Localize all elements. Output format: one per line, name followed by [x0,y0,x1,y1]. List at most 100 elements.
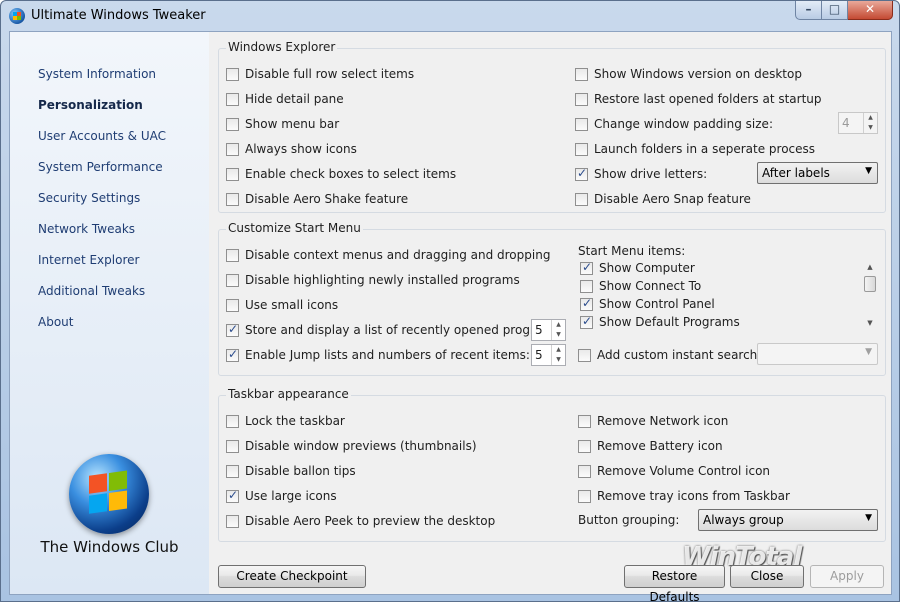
recent-programs-stepper[interactable]: 5 ▲ ▼ [531,319,566,341]
checkbox[interactable] [575,92,588,106]
checkbox[interactable] [226,192,239,206]
option-row[interactable]: Show menu bar [226,116,339,132]
list-item[interactable]: Show Computer [580,260,695,276]
checkbox[interactable] [580,296,593,311]
apply-button[interactable]: Apply [810,565,884,588]
checkbox[interactable] [575,142,588,156]
checkbox[interactable] [575,166,588,181]
checkbox[interactable] [575,117,588,131]
option-row[interactable]: Disable highlighting newly installed pro… [226,272,520,288]
stepper-up-icon[interactable]: ▲ [552,345,565,355]
button-grouping-dropdown[interactable]: Always group ▼ [698,509,878,531]
checkbox[interactable] [226,273,239,287]
checkbox[interactable] [226,142,239,156]
option-row[interactable]: Disable window previews (thumbnails) [226,438,477,454]
option-label: Show Control Panel [599,297,715,311]
option-row[interactable]: Remove Network icon [578,413,728,429]
checkbox[interactable] [226,248,239,262]
checkbox[interactable] [575,192,588,206]
checkbox[interactable] [226,347,239,362]
group-title: Windows Explorer [226,40,338,54]
option-row[interactable]: Lock the taskbar [226,413,345,429]
option-row[interactable]: Restore last opened folders at startup [575,91,822,107]
sidebar-item-network-tweaks[interactable]: Network Tweaks [38,222,135,236]
option-row[interactable]: Always show icons [226,141,357,157]
checkbox[interactable] [226,439,239,453]
checkbox[interactable] [578,348,591,362]
start-menu-items-list[interactable]: Show Computer Show Connect To Show Contr… [578,260,878,330]
list-item[interactable]: Show Default Programs [580,314,740,330]
stepper-up-icon[interactable]: ▲ [552,320,565,330]
option-row[interactable]: Enable Jump lists and numbers of recent … [226,347,530,363]
minimize-button[interactable]: – [795,1,822,20]
scroll-up-icon[interactable]: ▲ [862,260,878,274]
option-row[interactable]: Launch folders in a seperate process [575,141,815,157]
close-button[interactable]: Close [730,565,804,588]
checkbox[interactable] [226,488,239,503]
checkbox[interactable] [226,167,239,181]
option-row[interactable]: Enable check boxes to select items [226,166,456,182]
checkbox[interactable] [578,464,591,478]
list-scrollbar[interactable]: ▲ ▼ [862,260,878,330]
drive-letters-dropdown[interactable]: After labels ▼ [757,162,878,184]
option-row[interactable]: Show drive letters: [575,166,707,182]
stepper-down-icon[interactable]: ▼ [552,355,565,365]
checkbox[interactable] [580,314,593,329]
restore-defaults-button[interactable]: Restore Defaults [624,565,725,604]
checkbox[interactable] [580,279,593,293]
option-row[interactable]: Disable Aero Snap feature [575,191,751,207]
checkbox[interactable] [226,322,239,337]
sidebar-item-personalization[interactable]: Personalization [38,98,143,112]
checkbox[interactable] [226,92,239,106]
checkbox[interactable] [578,439,591,453]
stepper-down-icon[interactable]: ▼ [552,330,565,340]
sidebar-item-user-accounts[interactable]: User Accounts & UAC [38,129,166,143]
maximize-button[interactable]: □ [822,1,848,20]
option-row[interactable]: Change window padding size: [575,116,773,132]
sidebar-item-system-information[interactable]: System Information [38,67,156,81]
checkbox[interactable] [226,414,239,428]
padding-size-stepper[interactable]: 4 ▲ ▼ [838,112,878,134]
option-row[interactable]: Show Windows version on desktop [575,66,802,82]
title-bar[interactable]: Ultimate Windows Tweaker – □ ✕ [1,1,899,31]
scroll-thumb[interactable] [864,276,876,292]
checkbox[interactable] [580,260,593,275]
stepper-down-icon[interactable]: ▼ [864,123,877,133]
option-row[interactable]: Remove Volume Control icon [578,463,770,479]
checkbox[interactable] [575,67,588,81]
list-item[interactable]: Show Control Panel [580,296,715,312]
scroll-down-icon[interactable]: ▼ [862,316,878,330]
sidebar-item-internet-explorer[interactable]: Internet Explorer [38,253,139,267]
option-row[interactable]: Remove Battery icon [578,438,723,454]
checkbox[interactable] [578,414,591,428]
option-row[interactable]: Disable ballon tips [226,463,356,479]
option-row[interactable]: Disable context menus and dragging and d… [226,247,550,263]
option-row[interactable]: Add custom instant search: [578,347,761,363]
checkbox[interactable] [226,67,239,81]
checkbox[interactable] [226,117,239,131]
custom-search-dropdown[interactable]: ▼ [757,343,878,365]
option-row[interactable]: Use large icons [226,488,337,504]
stepper-up-icon[interactable]: ▲ [864,113,877,123]
sidebar-item-additional-tweaks[interactable]: Additional Tweaks [38,284,145,298]
jump-list-stepper[interactable]: 5 ▲ ▼ [531,344,566,366]
checkbox[interactable] [226,514,239,528]
option-row[interactable]: Use small icons [226,297,338,313]
checkbox[interactable] [226,298,239,312]
sidebar-item-security-settings[interactable]: Security Settings [38,191,140,205]
option-row[interactable]: Disable full row select items [226,66,414,82]
option-row[interactable]: Disable Aero Peek to preview the desktop [226,513,495,529]
option-row[interactable]: Hide detail pane [226,91,344,107]
option-row[interactable]: Remove tray icons from Taskbar [578,488,790,504]
checkbox[interactable] [226,464,239,478]
checkbox[interactable] [578,489,591,503]
dropdown-value: Always group [703,513,784,527]
option-row[interactable]: Store and display a list of recently ope… [226,322,564,338]
sidebar-item-system-performance[interactable]: System Performance [38,160,163,174]
close-window-button[interactable]: ✕ [848,1,893,20]
option-row[interactable]: Disable Aero Shake feature [226,191,408,207]
sidebar-item-about[interactable]: About [38,315,73,329]
create-checkpoint-button[interactable]: Create Checkpoint [218,565,366,588]
list-item[interactable]: Show Connect To [580,278,701,294]
start-menu-items-label: Start Menu items: [578,244,686,258]
